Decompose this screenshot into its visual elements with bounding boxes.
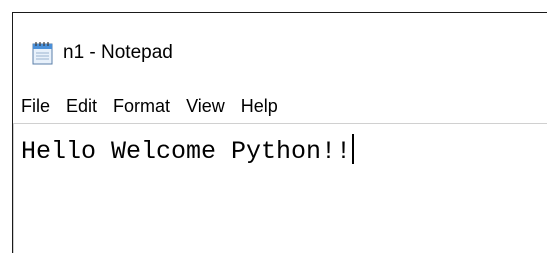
menu-file[interactable]: File [13,91,58,121]
text-editor-area[interactable]: Hello Welcome Python!! [13,123,547,253]
notepad-window: n1 - Notepad File Edit Format View Help … [12,12,547,253]
menu-view[interactable]: View [178,91,233,121]
menu-bar: File Edit Format View Help [13,91,286,121]
title-bar[interactable]: n1 - Notepad [13,13,547,79]
editor-content-line[interactable]: Hello Welcome Python!! [21,134,355,169]
menu-format[interactable]: Format [105,91,178,121]
notepad-icon [32,41,53,65]
window-title: n1 - Notepad [63,42,173,63]
text-caret [352,134,355,164]
menu-help[interactable]: Help [233,91,286,121]
editor-text[interactable]: Hello Welcome Python!! [21,137,351,166]
menu-edit[interactable]: Edit [58,91,105,121]
